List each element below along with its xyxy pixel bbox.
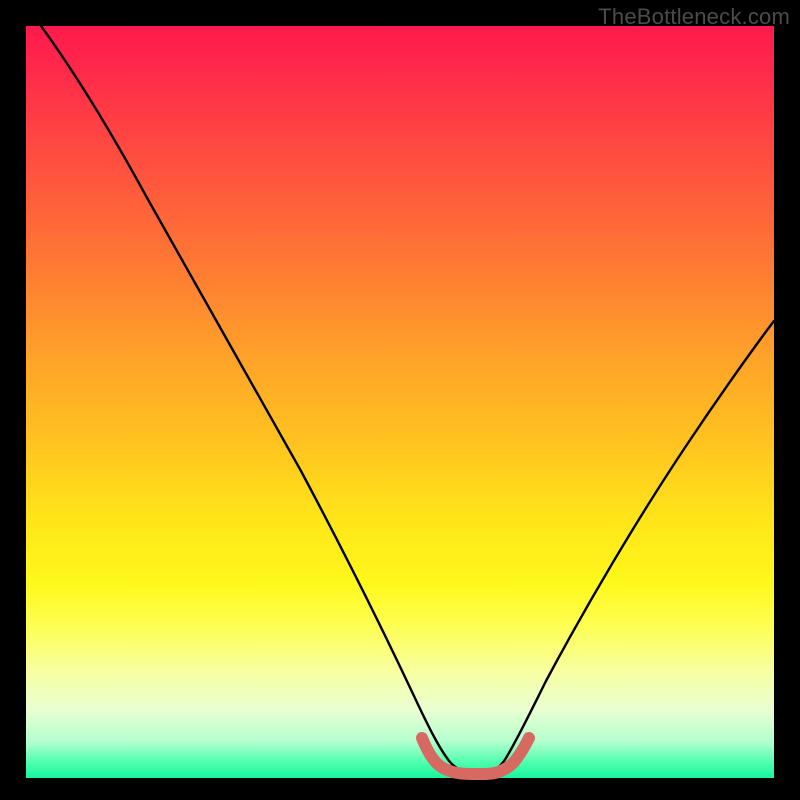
- chart-frame: TheBottleneck.com: [0, 0, 800, 800]
- watermark-text: TheBottleneck.com: [598, 4, 790, 30]
- curve-layer: [26, 26, 774, 778]
- plot-area: [26, 26, 774, 778]
- bottleneck-curve: [41, 26, 774, 771]
